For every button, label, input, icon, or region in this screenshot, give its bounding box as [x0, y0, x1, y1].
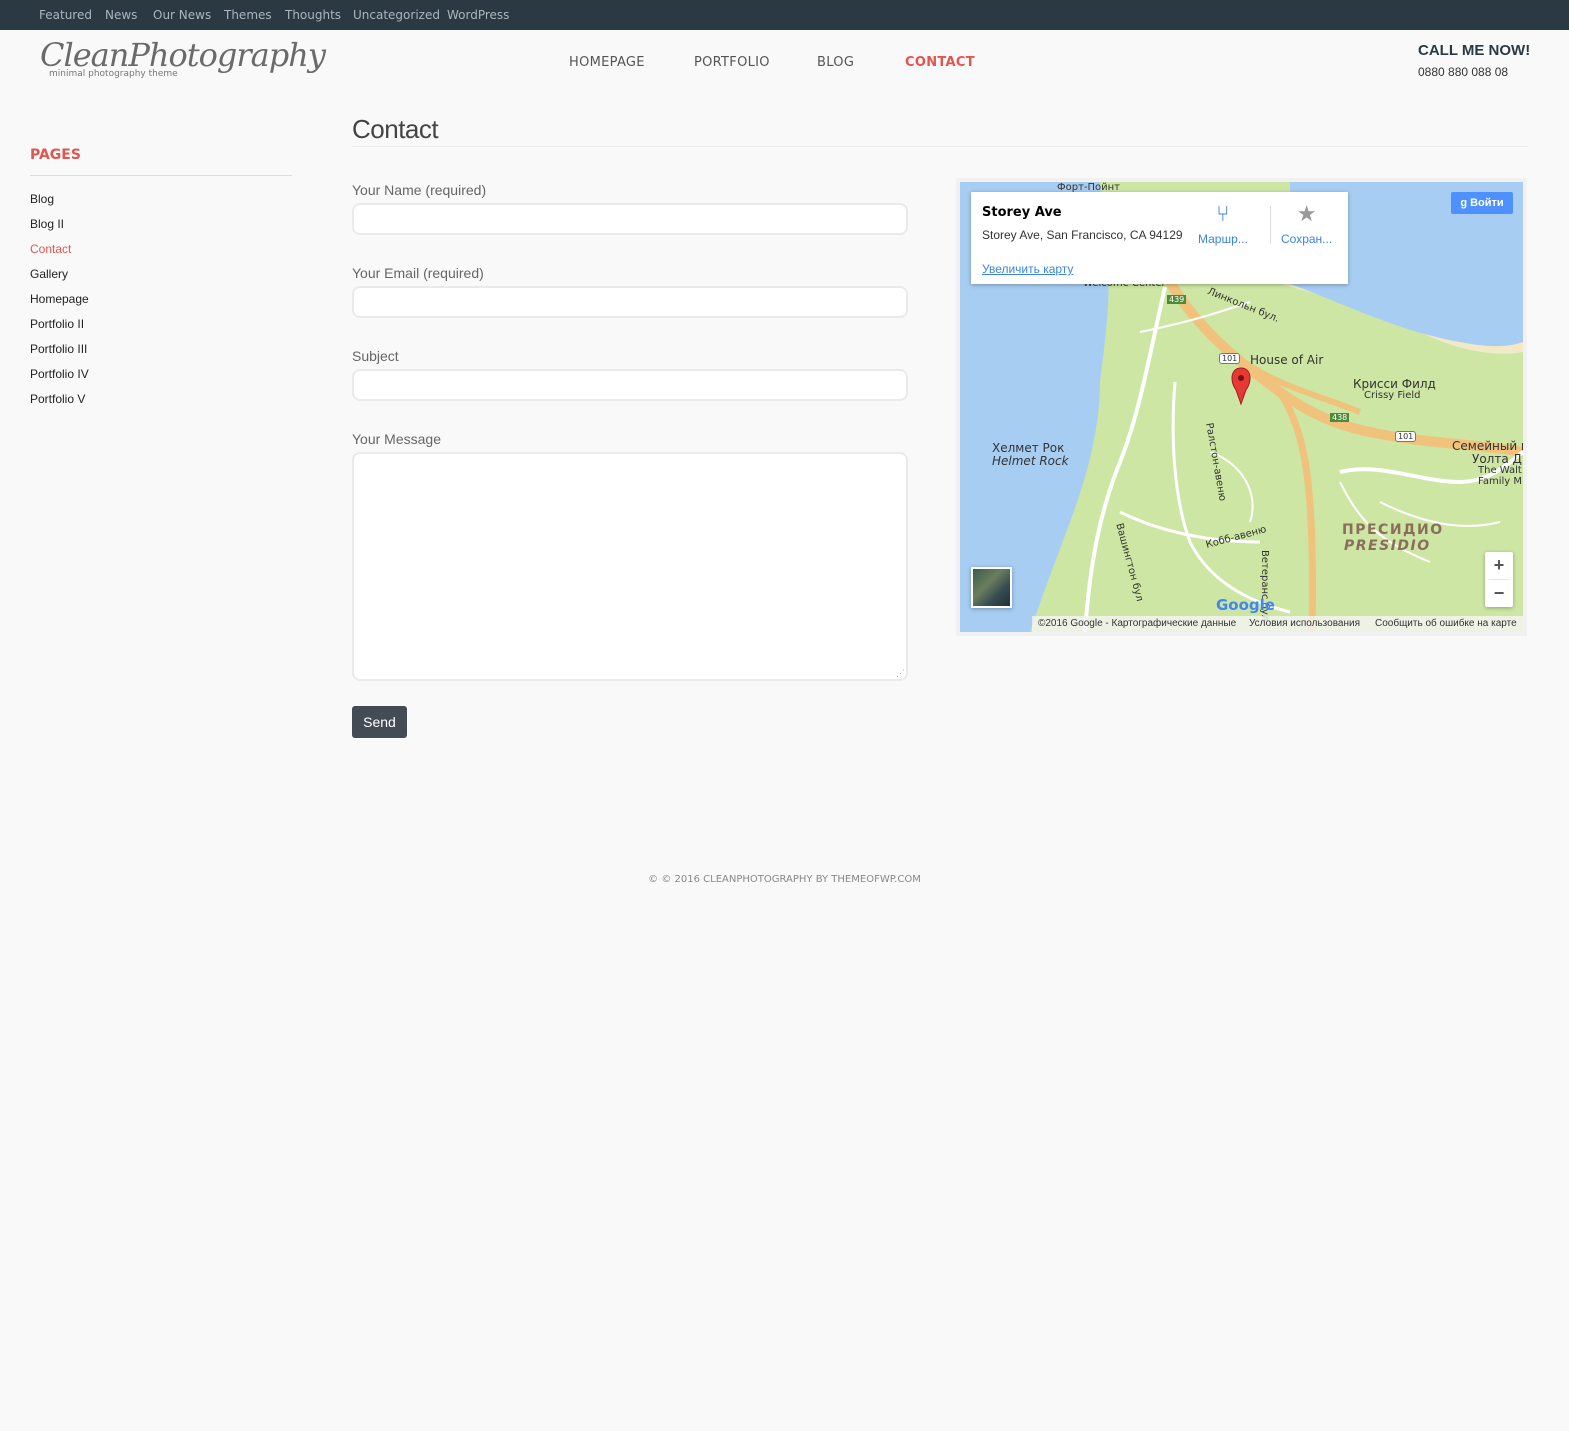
save-button[interactable]: ★ Сохран...: [1281, 201, 1333, 247]
sidebar-item-gallery[interactable]: Gallery: [30, 267, 68, 281]
nav-contact[interactable]: CONTACT: [905, 55, 975, 70]
nav-portfolio[interactable]: PORTFOLIO: [694, 55, 770, 70]
sidebar-title: PAGES: [30, 147, 81, 163]
signin-label: Войти: [1470, 197, 1504, 209]
name-label: Your Name (required): [352, 182, 487, 198]
google-signin-button[interactable]: g Войти: [1451, 192, 1513, 214]
google-plus-icon: g: [1460, 197, 1471, 209]
map-label-crissy-en: Crissy Field: [1364, 390, 1421, 401]
subject-field[interactable]: [352, 369, 908, 401]
place-name: Storey Ave: [982, 205, 1062, 220]
zoom-control: + −: [1485, 552, 1513, 607]
star-icon: ★: [1296, 201, 1317, 226]
map-marker-dot: [1238, 375, 1244, 381]
title-divider: [352, 146, 1528, 147]
topbar-link-wordpress[interactable]: WordPress: [447, 8, 509, 22]
save-label: Сохран...: [1281, 232, 1333, 246]
zoom-out-button[interactable]: −: [1485, 580, 1513, 607]
map-copyright[interactable]: ©2016 Google - Картографические данные: [1038, 616, 1236, 632]
nav-blog[interactable]: BLOG: [817, 55, 854, 70]
logo-tagline: minimal photography theme: [49, 69, 178, 79]
sidebar-item-blog-ii[interactable]: Blog II: [30, 217, 64, 231]
sidebar-item-portfolio-ii[interactable]: Portfolio II: [30, 317, 84, 331]
map-label-family-ru: Семейный м: [1452, 439, 1523, 453]
sidebar-item-homepage[interactable]: Homepage: [30, 292, 89, 306]
resize-handle-icon[interactable]: ⋰: [896, 668, 906, 678]
page-title: Contact: [352, 114, 439, 144]
sidebar-item-portfolio-iii[interactable]: Portfolio III: [30, 342, 87, 356]
topbar-link-themes[interactable]: Themes: [224, 8, 272, 22]
site-logo[interactable]: CleanPhotography minimal photography the…: [40, 36, 326, 84]
map-attribution: ©2016 Google - Картографические данные У…: [1032, 616, 1523, 632]
sidebar-item-portfolio-iv[interactable]: Portfolio IV: [30, 367, 89, 381]
directions-button[interactable]: ⑂ Маршр...: [1198, 201, 1248, 247]
topbar-link-thoughts[interactable]: Thoughts: [285, 8, 341, 22]
message-label: Your Message: [352, 431, 441, 447]
topbar-link-uncategorized[interactable]: Uncategorized: [353, 8, 440, 22]
route-shield-101b: 101: [1395, 431, 1417, 442]
topbar-link-our-news[interactable]: Our News: [153, 8, 211, 22]
email-field[interactable]: [352, 286, 908, 318]
topbar-link-news[interactable]: News: [105, 8, 137, 22]
send-button[interactable]: Send: [352, 706, 407, 738]
route-shield-438: 438: [1330, 413, 1350, 422]
email-label: Your Email (required): [352, 265, 484, 281]
map-embed[interactable]: Форт-Пойнт Welcome Center Линкольн бул. …: [960, 182, 1523, 632]
phone-number: 0880 880 088 08: [1418, 65, 1509, 79]
top-bar: Featured News Our News Themes Thoughts U…: [0, 0, 1569, 30]
sidebar-item-contact[interactable]: Contact: [30, 242, 71, 256]
map-label-family-en2: Family M: [1478, 476, 1522, 487]
nav-homepage[interactable]: HOMEPAGE: [569, 55, 645, 70]
subject-label: Subject: [352, 348, 399, 364]
satellite-toggle[interactable]: [971, 567, 1012, 608]
google-logo-text: Google: [1216, 596, 1275, 614]
map-info-card: Storey Ave Storey Ave, San Francisco, CA…: [971, 192, 1348, 284]
map-label-presidio-ru: ПРЕСИДИО: [1342, 522, 1444, 538]
topbar-link-featured[interactable]: Featured: [39, 8, 92, 22]
directions-icon: ⑂: [1216, 201, 1230, 226]
enlarge-map-link[interactable]: Увеличить карту: [982, 262, 1073, 276]
map-label-house-of-air: House of Air: [1250, 353, 1324, 367]
directions-label: Маршр...: [1198, 232, 1248, 246]
map-label-family-ru2: Уолта Д: [1472, 452, 1522, 466]
sidebar-divider: [30, 175, 292, 176]
zoom-in-button[interactable]: +: [1485, 552, 1513, 579]
map-label-presidio-en: PRESIDIO: [1344, 538, 1431, 554]
sidebar-item-portfolio-v[interactable]: Portfolio V: [30, 392, 85, 406]
message-field[interactable]: [352, 452, 908, 681]
map-label-family-en: The Walt: [1478, 465, 1522, 476]
google-logo: Google: [1216, 596, 1275, 614]
map-label-helmet-ru: Хелмет Рок: [992, 441, 1065, 455]
sidebar-item-blog[interactable]: Blog: [30, 192, 54, 206]
route-shield-101a: 101: [1219, 353, 1241, 364]
map-label-helmet-en: Helmet Rock: [992, 454, 1069, 468]
map-terms-link[interactable]: Условия использования: [1249, 616, 1360, 632]
name-field[interactable]: [352, 203, 908, 235]
map-report-link[interactable]: Сообщить об ошибке на карте: [1375, 616, 1517, 632]
site-footer: © © 2016 CLEANPHOTOGRAPHY BY THEMEOFWP.C…: [648, 874, 921, 885]
map-label-crissy-ru: Крисси Филд: [1353, 377, 1436, 391]
place-address: Storey Ave, San Francisco, CA 94129: [982, 228, 1183, 242]
route-shield-439: 439: [1167, 295, 1187, 304]
info-card-divider: [1270, 206, 1271, 244]
call-me-heading: CALL ME NOW!: [1418, 42, 1531, 59]
